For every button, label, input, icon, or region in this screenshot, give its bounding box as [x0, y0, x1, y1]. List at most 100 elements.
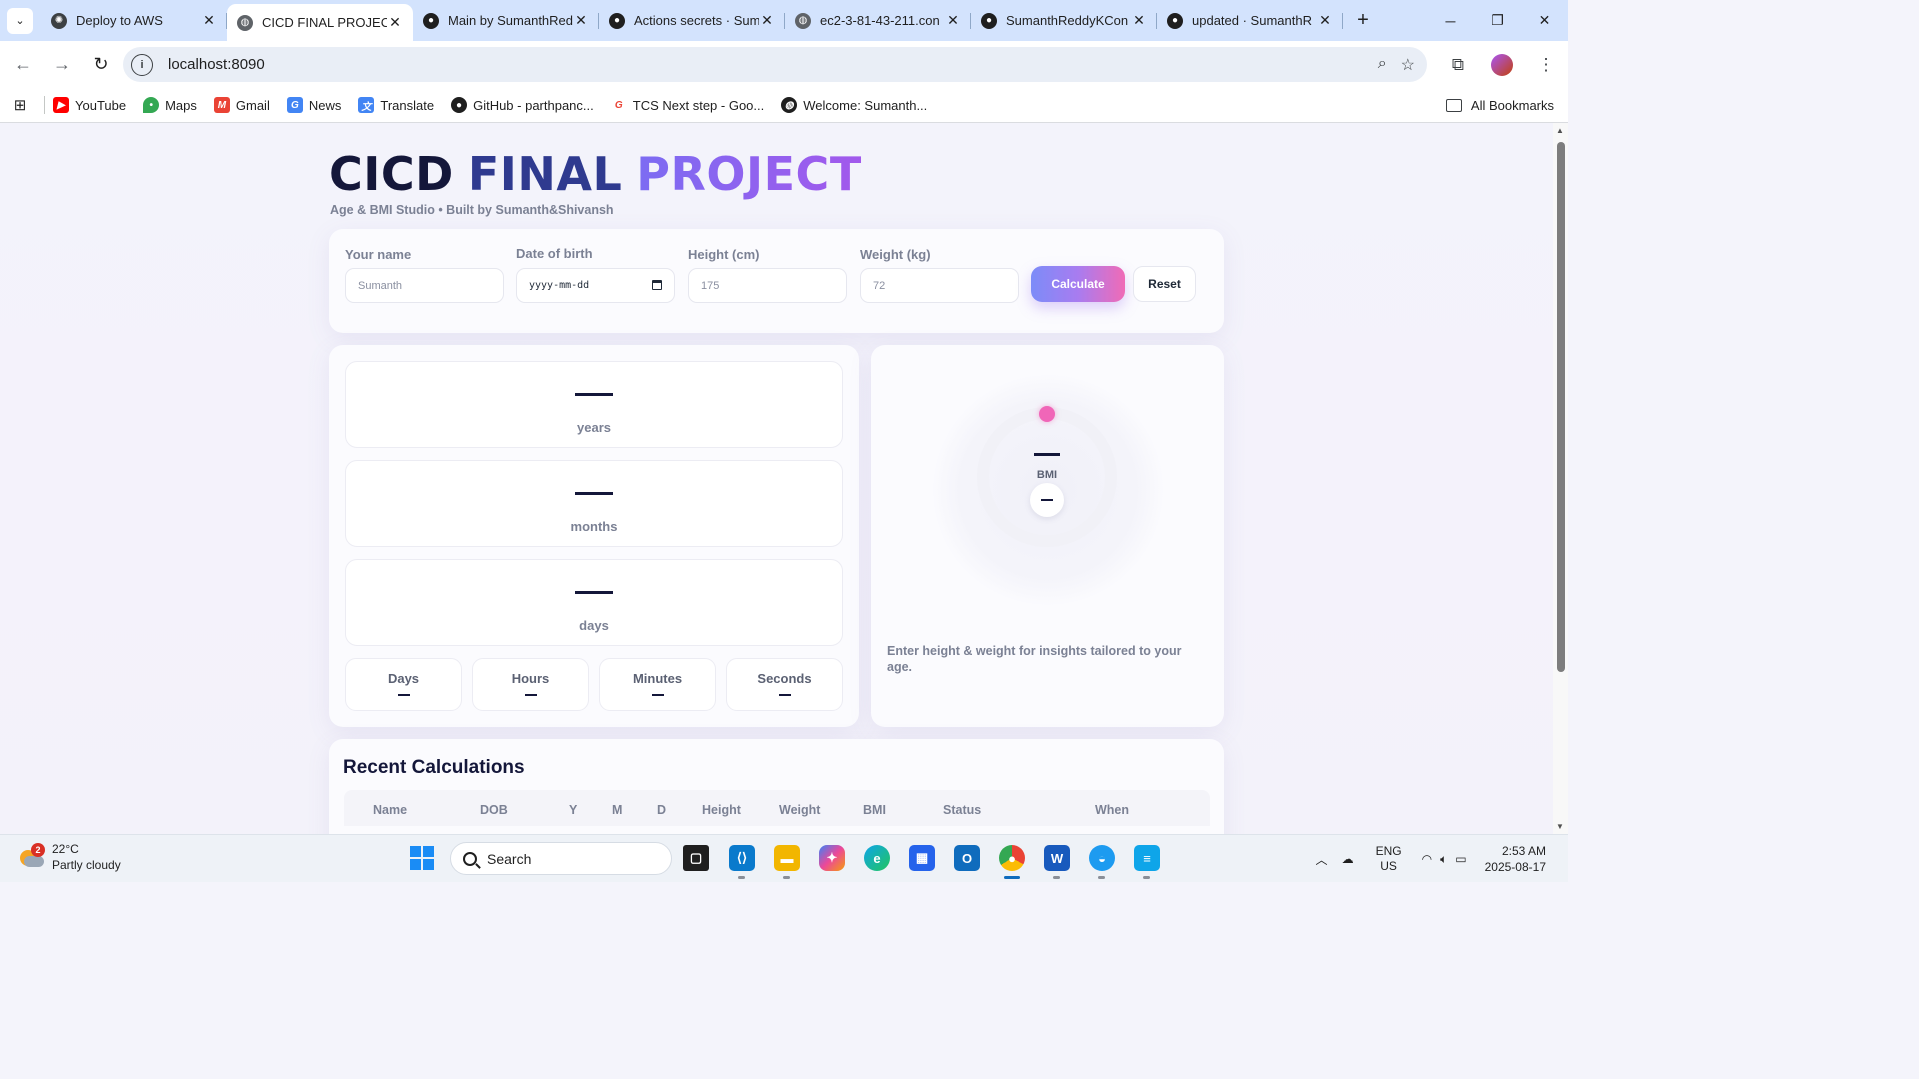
- close-icon[interactable]: ✕: [759, 12, 775, 29]
- column-status: Status: [943, 803, 982, 817]
- file-explorer-icon[interactable]: ▬: [774, 845, 800, 871]
- battery-icon[interactable]: ▭: [1455, 852, 1466, 866]
- tab-actions-secrets[interactable]: ● Actions secrets · Sum ✕: [599, 4, 785, 37]
- chrome-icon[interactable]: ●: [999, 845, 1025, 871]
- tab-cicd-final-project[interactable]: ◍ CICD FINAL PROJECT ✕: [227, 4, 413, 41]
- microsoft-store-icon[interactable]: ▦: [909, 845, 935, 871]
- minimize-icon[interactable]: ─: [1427, 0, 1474, 41]
- docker-icon[interactable]: ◒: [1089, 845, 1115, 871]
- bookmark-github[interactable]: ● GitHub - parthpanc...: [451, 97, 594, 113]
- task-view-icon[interactable]: ▢: [683, 845, 709, 871]
- height-input[interactable]: 175: [688, 268, 847, 303]
- name-input[interactable]: Sumanth: [345, 268, 504, 303]
- bookmark-gmail[interactable]: M Gmail: [213, 97, 270, 113]
- tab-github-repo[interactable]: ● SumanthReddyKCon ✕: [971, 4, 1157, 37]
- address-bar[interactable]: i localhost:8090 ⌕ ☆: [123, 47, 1427, 82]
- tab-github-main[interactable]: ● Main by SumanthRed ✕: [413, 4, 599, 37]
- taskbar-search[interactable]: Search: [450, 842, 672, 875]
- notification-badge: 2: [31, 843, 45, 857]
- calendar-icon[interactable]: [652, 280, 662, 290]
- tab-title: SumanthReddyKCon: [1006, 13, 1129, 28]
- calculate-button[interactable]: Calculate: [1031, 266, 1125, 302]
- clock[interactable]: 2:53 AM 2025-08-17: [1485, 843, 1546, 875]
- tab-title: ec2-3-81-43-211.con: [820, 13, 940, 28]
- back-icon[interactable]: ←: [5, 47, 41, 83]
- restore-icon[interactable]: ❐: [1474, 0, 1521, 41]
- dob-input[interactable]: yyyy-mm-dd: [516, 268, 675, 303]
- tab-github-updated[interactable]: ● updated · SumanthR ✕: [1157, 4, 1343, 37]
- age-years-box: years: [345, 361, 843, 448]
- folder-icon: [1445, 98, 1462, 112]
- wifi-icon[interactable]: ◠: [1422, 852, 1432, 866]
- total-hours-value: [524, 694, 537, 696]
- close-icon[interactable]: ✕: [387, 14, 403, 31]
- github-icon: ●: [451, 97, 468, 113]
- all-bookmarks-label: All Bookmarks: [1470, 97, 1554, 113]
- bmi-gauge-indicator: [1039, 406, 1055, 422]
- bookmark-youtube[interactable]: ▶ YouTube: [53, 97, 126, 113]
- youtube-icon: ▶: [53, 97, 69, 113]
- bookmark-translate[interactable]: 文 Translate: [358, 97, 434, 113]
- all-bookmarks[interactable]: All Bookmarks: [1445, 97, 1554, 113]
- scrollbar-thumb[interactable]: [1557, 142, 1565, 672]
- running-indicator: [1053, 876, 1060, 879]
- globe-icon: ◍: [237, 14, 253, 31]
- close-window-icon[interactable]: ✕: [1521, 0, 1568, 41]
- tab-ec2[interactable]: ◍ ec2-3-81-43-211.con ✕: [785, 4, 971, 37]
- site-info-icon[interactable]: i: [131, 53, 153, 76]
- close-icon[interactable]: ✕: [1317, 12, 1333, 29]
- tab-search-button[interactable]: ⌄: [7, 7, 33, 34]
- url-text[interactable]: localhost:8090: [168, 56, 265, 73]
- close-icon[interactable]: ✕: [573, 12, 589, 29]
- windows-start-icon[interactable]: [410, 846, 434, 870]
- close-icon[interactable]: ✕: [201, 12, 217, 29]
- search-icon: [463, 851, 477, 866]
- bookmark-news[interactable]: G News: [286, 97, 341, 113]
- bookmark-star-icon[interactable]: ☆: [1401, 55, 1415, 75]
- onedrive-cloud-icon[interactable]: ☁: [1342, 852, 1354, 866]
- vscode-icon[interactable]: ⟨⟩: [729, 845, 755, 871]
- system-tray: ︿ ☁ ENG US ◠ 🔈︎ ▭ 2:53 AM 2025-08-17: [1316, 835, 1568, 883]
- close-icon[interactable]: ✕: [1131, 12, 1147, 29]
- profile-avatar[interactable]: [1480, 53, 1524, 76]
- language-indicator[interactable]: ENG US: [1376, 844, 1402, 874]
- notepad-icon[interactable]: ≡: [1134, 845, 1160, 871]
- column-height: Height: [702, 803, 741, 817]
- total-seconds-label: Seconds: [757, 671, 812, 686]
- google-icon: G: [610, 97, 627, 113]
- tab-deploy-to-aws[interactable]: ✺ Deploy to AWS ✕: [41, 4, 227, 37]
- new-tab-button[interactable]: +: [1349, 7, 1377, 35]
- page-subtitle: Age & BMI Studio • Built by Sumanth&Shiv…: [330, 203, 614, 217]
- edge-icon[interactable]: e: [864, 845, 890, 871]
- outlook-icon[interactable]: O: [954, 845, 980, 871]
- reload-icon[interactable]: ↻: [83, 47, 119, 83]
- weather-widget[interactable]: 2 22°C Partly cloudy: [18, 841, 121, 873]
- column-years: Y: [569, 803, 578, 817]
- chevron-up-icon[interactable]: ︿: [1316, 851, 1328, 868]
- extensions-icon[interactable]: ⧉: [1436, 55, 1480, 75]
- page-scrollbar[interactable]: ▲ ▼: [1553, 123, 1568, 834]
- bookmark-maps[interactable]: • Maps: [143, 97, 197, 113]
- zoom-icon[interactable]: ⌕: [1378, 55, 1387, 75]
- weight-input[interactable]: 72: [860, 268, 1019, 303]
- bookmark-welcome[interactable]: ◍ Welcome: Sumanth...: [781, 97, 927, 113]
- word-icon[interactable]: W: [1044, 845, 1070, 871]
- forward-icon[interactable]: →: [44, 47, 80, 83]
- title-word-cicd: CICD: [329, 147, 454, 201]
- bookmark-label: YouTube: [75, 97, 127, 113]
- total-minutes-label: Minutes: [632, 671, 683, 686]
- scroll-down-icon[interactable]: ▼: [1556, 822, 1564, 831]
- volume-icon[interactable]: 🔈︎: [1440, 852, 1447, 867]
- bookmark-tcs[interactable]: G TCS Next step - Goo...: [610, 97, 764, 113]
- reset-button[interactable]: Reset: [1133, 266, 1196, 302]
- close-icon[interactable]: ✕: [945, 12, 961, 29]
- column-weight: Weight: [779, 803, 821, 817]
- copilot-icon[interactable]: ✦: [819, 845, 845, 871]
- dob-label: Date of birth: [516, 246, 593, 261]
- apps-grid-icon[interactable]: ⊞: [0, 96, 40, 114]
- scroll-up-icon[interactable]: ▲: [1556, 126, 1564, 135]
- recent-calculations-card: Recent Calculations Name DOB Y M D Heigh…: [329, 739, 1224, 834]
- gmail-icon: M: [213, 97, 230, 113]
- bookmarks-bar: ⊞ ▶ YouTube • Maps M Gmail G News 文 Translate…: [0, 88, 1568, 123]
- menu-icon[interactable]: ⋮: [1524, 55, 1568, 75]
